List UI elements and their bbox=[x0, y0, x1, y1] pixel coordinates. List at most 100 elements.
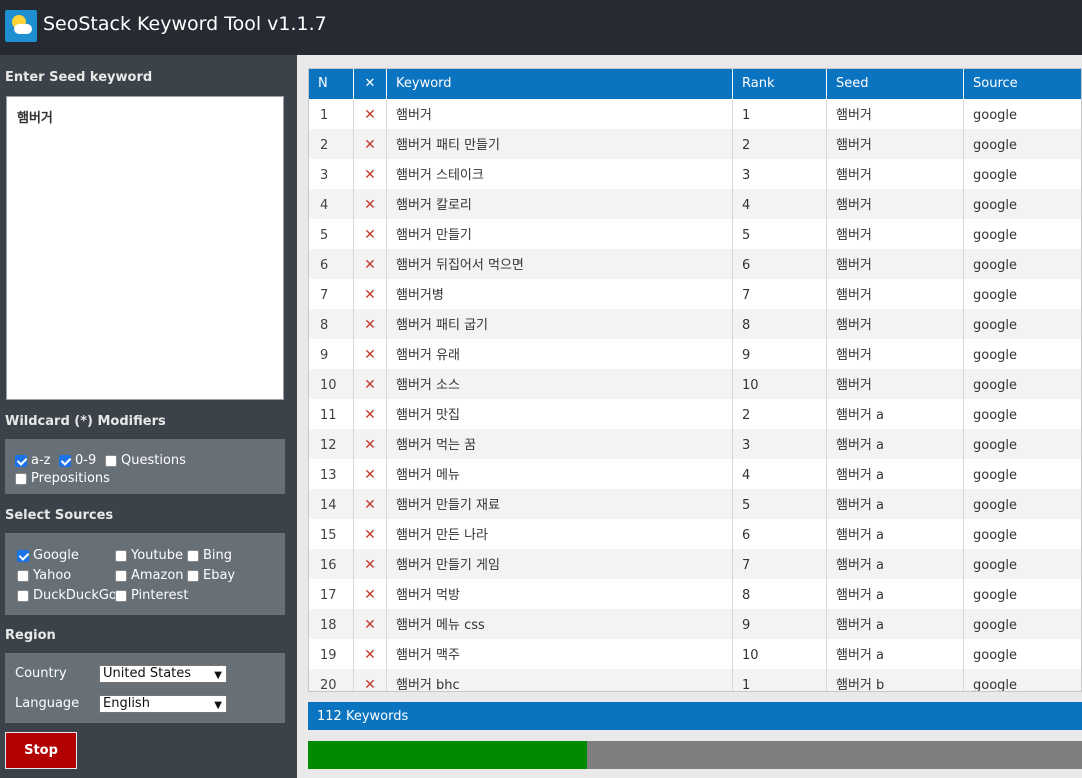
delete-icon[interactable]: ✕ bbox=[354, 129, 387, 159]
delete-icon[interactable]: ✕ bbox=[354, 489, 387, 519]
wildcard-checkbox-az[interactable]: a-z bbox=[15, 453, 50, 468]
title-bar: SeoStack Keyword Tool v1.1.7 bbox=[0, 0, 1082, 55]
source-checkbox-google[interactable]: Google bbox=[17, 548, 79, 563]
checkbox-icon[interactable] bbox=[115, 549, 127, 562]
cell-source: google bbox=[973, 438, 1018, 453]
table-row[interactable]: 2 ✕ 햄버거 패티 만들기 2 햄버거 google bbox=[309, 129, 1081, 159]
table-row[interactable]: 5 ✕ 햄버거 만들기 5 햄버거 google bbox=[309, 219, 1081, 249]
cell-rank: 8 bbox=[733, 579, 827, 609]
delete-icon[interactable]: ✕ bbox=[354, 219, 387, 249]
table-row[interactable]: 13 ✕ 햄버거 메뉴 4 햄버거 a google bbox=[309, 459, 1081, 489]
cell-n: 11 bbox=[309, 399, 354, 429]
table-row[interactable]: 7 ✕ 햄버거병 7 햄버거 google bbox=[309, 279, 1081, 309]
checkbox-icon[interactable] bbox=[187, 549, 199, 562]
region-panel: Country United States ▼ Language English… bbox=[5, 653, 285, 723]
source-checkbox-youtube[interactable]: Youtube bbox=[115, 548, 183, 563]
table-row[interactable]: 9 ✕ 햄버거 유래 9 햄버거 google bbox=[309, 339, 1081, 369]
column-header-keyword[interactable]: Keyword bbox=[387, 69, 733, 99]
cell-seed: 햄버거 bbox=[827, 369, 964, 399]
table-row[interactable]: 4 ✕ 햄버거 칼로리 4 햄버거 google bbox=[309, 189, 1081, 219]
delete-icon[interactable]: ✕ bbox=[354, 159, 387, 189]
source-checkbox-pinterest[interactable]: Pinterest bbox=[115, 588, 188, 603]
cell-source: google bbox=[973, 138, 1018, 153]
cell-rank: 1 bbox=[733, 99, 827, 129]
stop-button[interactable]: Stop bbox=[5, 732, 77, 769]
checkbox-icon[interactable] bbox=[17, 569, 29, 582]
wildcard-checkbox-09[interactable]: 0-9 bbox=[59, 453, 96, 468]
language-select[interactable]: English ▼ bbox=[99, 695, 227, 713]
checkbox-icon[interactable] bbox=[17, 589, 29, 602]
table-row[interactable]: 17 ✕ 햄버거 먹방 8 햄버거 a google bbox=[309, 579, 1081, 609]
table-row[interactable]: 1 ✕ 햄버거 1 햄버거 google bbox=[309, 99, 1081, 129]
delete-icon[interactable]: ✕ bbox=[354, 639, 387, 669]
cell-keyword: 햄버거 만들기 bbox=[387, 219, 733, 249]
delete-icon[interactable]: ✕ bbox=[354, 369, 387, 399]
checkbox-icon[interactable] bbox=[15, 472, 27, 485]
delete-icon[interactable]: ✕ bbox=[354, 339, 387, 369]
cell-seed: 햄버거 a bbox=[827, 549, 964, 579]
column-header-rank[interactable]: Rank bbox=[733, 69, 827, 99]
delete-icon[interactable]: ✕ bbox=[354, 99, 387, 129]
table-row[interactable]: 8 ✕ 햄버거 패티 굽기 8 햄버거 google bbox=[309, 309, 1081, 339]
wildcard-heading: Wildcard (*) Modifiers bbox=[5, 414, 166, 429]
column-header-source[interactable]: Source bbox=[964, 69, 1081, 99]
source-checkbox-duckduckgo[interactable]: DuckDuckGo bbox=[17, 588, 117, 603]
column-header-seed[interactable]: Seed bbox=[827, 69, 964, 99]
cell-rank: 2 bbox=[733, 399, 827, 429]
table-row[interactable]: 11 ✕ 햄버거 맛집 2 햄버거 a google bbox=[309, 399, 1081, 429]
checkbox-icon[interactable] bbox=[105, 454, 117, 467]
delete-icon[interactable]: ✕ bbox=[354, 249, 387, 279]
progress-bar bbox=[308, 741, 1082, 769]
cell-rank: 10 bbox=[733, 639, 827, 669]
checkbox-icon[interactable] bbox=[115, 569, 127, 582]
checkbox-checked-icon[interactable] bbox=[15, 454, 27, 467]
table-row[interactable]: 10 ✕ 햄버거 소스 10 햄버거 google bbox=[309, 369, 1081, 399]
table-row[interactable]: 14 ✕ 햄버거 만들기 재료 5 햄버거 a google bbox=[309, 489, 1081, 519]
table-row[interactable]: 16 ✕ 햄버거 만들기 게임 7 햄버거 a google bbox=[309, 549, 1081, 579]
cell-rank: 8 bbox=[733, 309, 827, 339]
cell-seed: 햄버거 a bbox=[827, 609, 964, 639]
table-row[interactable]: 19 ✕ 햄버거 맥주 10 햄버거 a google bbox=[309, 639, 1081, 669]
table-row[interactable]: 3 ✕ 햄버거 스테이크 3 햄버거 google bbox=[309, 159, 1081, 189]
wildcard-checkbox-questions[interactable]: Questions bbox=[105, 453, 186, 468]
seed-keyword-input[interactable]: 햄버거 bbox=[6, 96, 284, 400]
cell-keyword: 햄버거 소스 bbox=[387, 369, 733, 399]
source-checkbox-amazon[interactable]: Amazon bbox=[115, 568, 184, 583]
delete-icon[interactable]: ✕ bbox=[354, 429, 387, 459]
source-checkbox-bing[interactable]: Bing bbox=[187, 548, 232, 563]
cell-keyword: 햄버거 패티 만들기 bbox=[387, 129, 733, 159]
wildcard-panel: a-z 0-9 Questions Prepositions bbox=[5, 439, 285, 494]
delete-icon[interactable]: ✕ bbox=[354, 309, 387, 339]
delete-icon[interactable]: ✕ bbox=[354, 669, 387, 691]
country-select[interactable]: United States ▼ bbox=[99, 665, 227, 683]
delete-icon[interactable]: ✕ bbox=[354, 609, 387, 639]
checkbox-icon[interactable] bbox=[187, 569, 199, 582]
column-header-n[interactable]: N bbox=[309, 69, 354, 99]
checkbox-checked-icon[interactable] bbox=[59, 454, 71, 467]
delete-icon[interactable]: ✕ bbox=[354, 549, 387, 579]
delete-icon[interactable]: ✕ bbox=[354, 579, 387, 609]
table-row[interactable]: 12 ✕ 햄버거 먹는 꿈 3 햄버거 a google bbox=[309, 429, 1081, 459]
progress-fill bbox=[308, 741, 587, 769]
delete-icon[interactable]: ✕ bbox=[354, 519, 387, 549]
wildcard-checkbox-prepositions[interactable]: Prepositions bbox=[15, 471, 110, 486]
cell-n: 15 bbox=[309, 519, 354, 549]
source-checkbox-ebay[interactable]: Ebay bbox=[187, 568, 235, 583]
table-row[interactable]: 6 ✕ 햄버거 뒤집어서 먹으면 6 햄버거 google bbox=[309, 249, 1081, 279]
checkbox-icon[interactable] bbox=[115, 589, 127, 602]
source-checkbox-yahoo[interactable]: Yahoo bbox=[17, 568, 71, 583]
table-row[interactable]: 15 ✕ 햄버거 만든 나라 6 햄버거 a google bbox=[309, 519, 1081, 549]
cell-rank: 5 bbox=[733, 489, 827, 519]
cell-keyword: 햄버거 칼로리 bbox=[387, 189, 733, 219]
delete-icon[interactable]: ✕ bbox=[354, 279, 387, 309]
checkbox-checked-icon[interactable] bbox=[17, 549, 29, 562]
table-row[interactable]: 20 ✕ 햄버거 bhc 1 햄버거 b google bbox=[309, 669, 1081, 691]
table-row[interactable]: 18 ✕ 햄버거 메뉴 css 9 햄버거 a google bbox=[309, 609, 1081, 639]
cell-source: google bbox=[973, 258, 1018, 273]
column-header-delete[interactable]: ✕ bbox=[354, 69, 387, 99]
cell-source: google bbox=[973, 318, 1018, 333]
delete-icon[interactable]: ✕ bbox=[354, 189, 387, 219]
delete-icon[interactable]: ✕ bbox=[354, 399, 387, 429]
cell-n: 17 bbox=[309, 579, 354, 609]
delete-icon[interactable]: ✕ bbox=[354, 459, 387, 489]
